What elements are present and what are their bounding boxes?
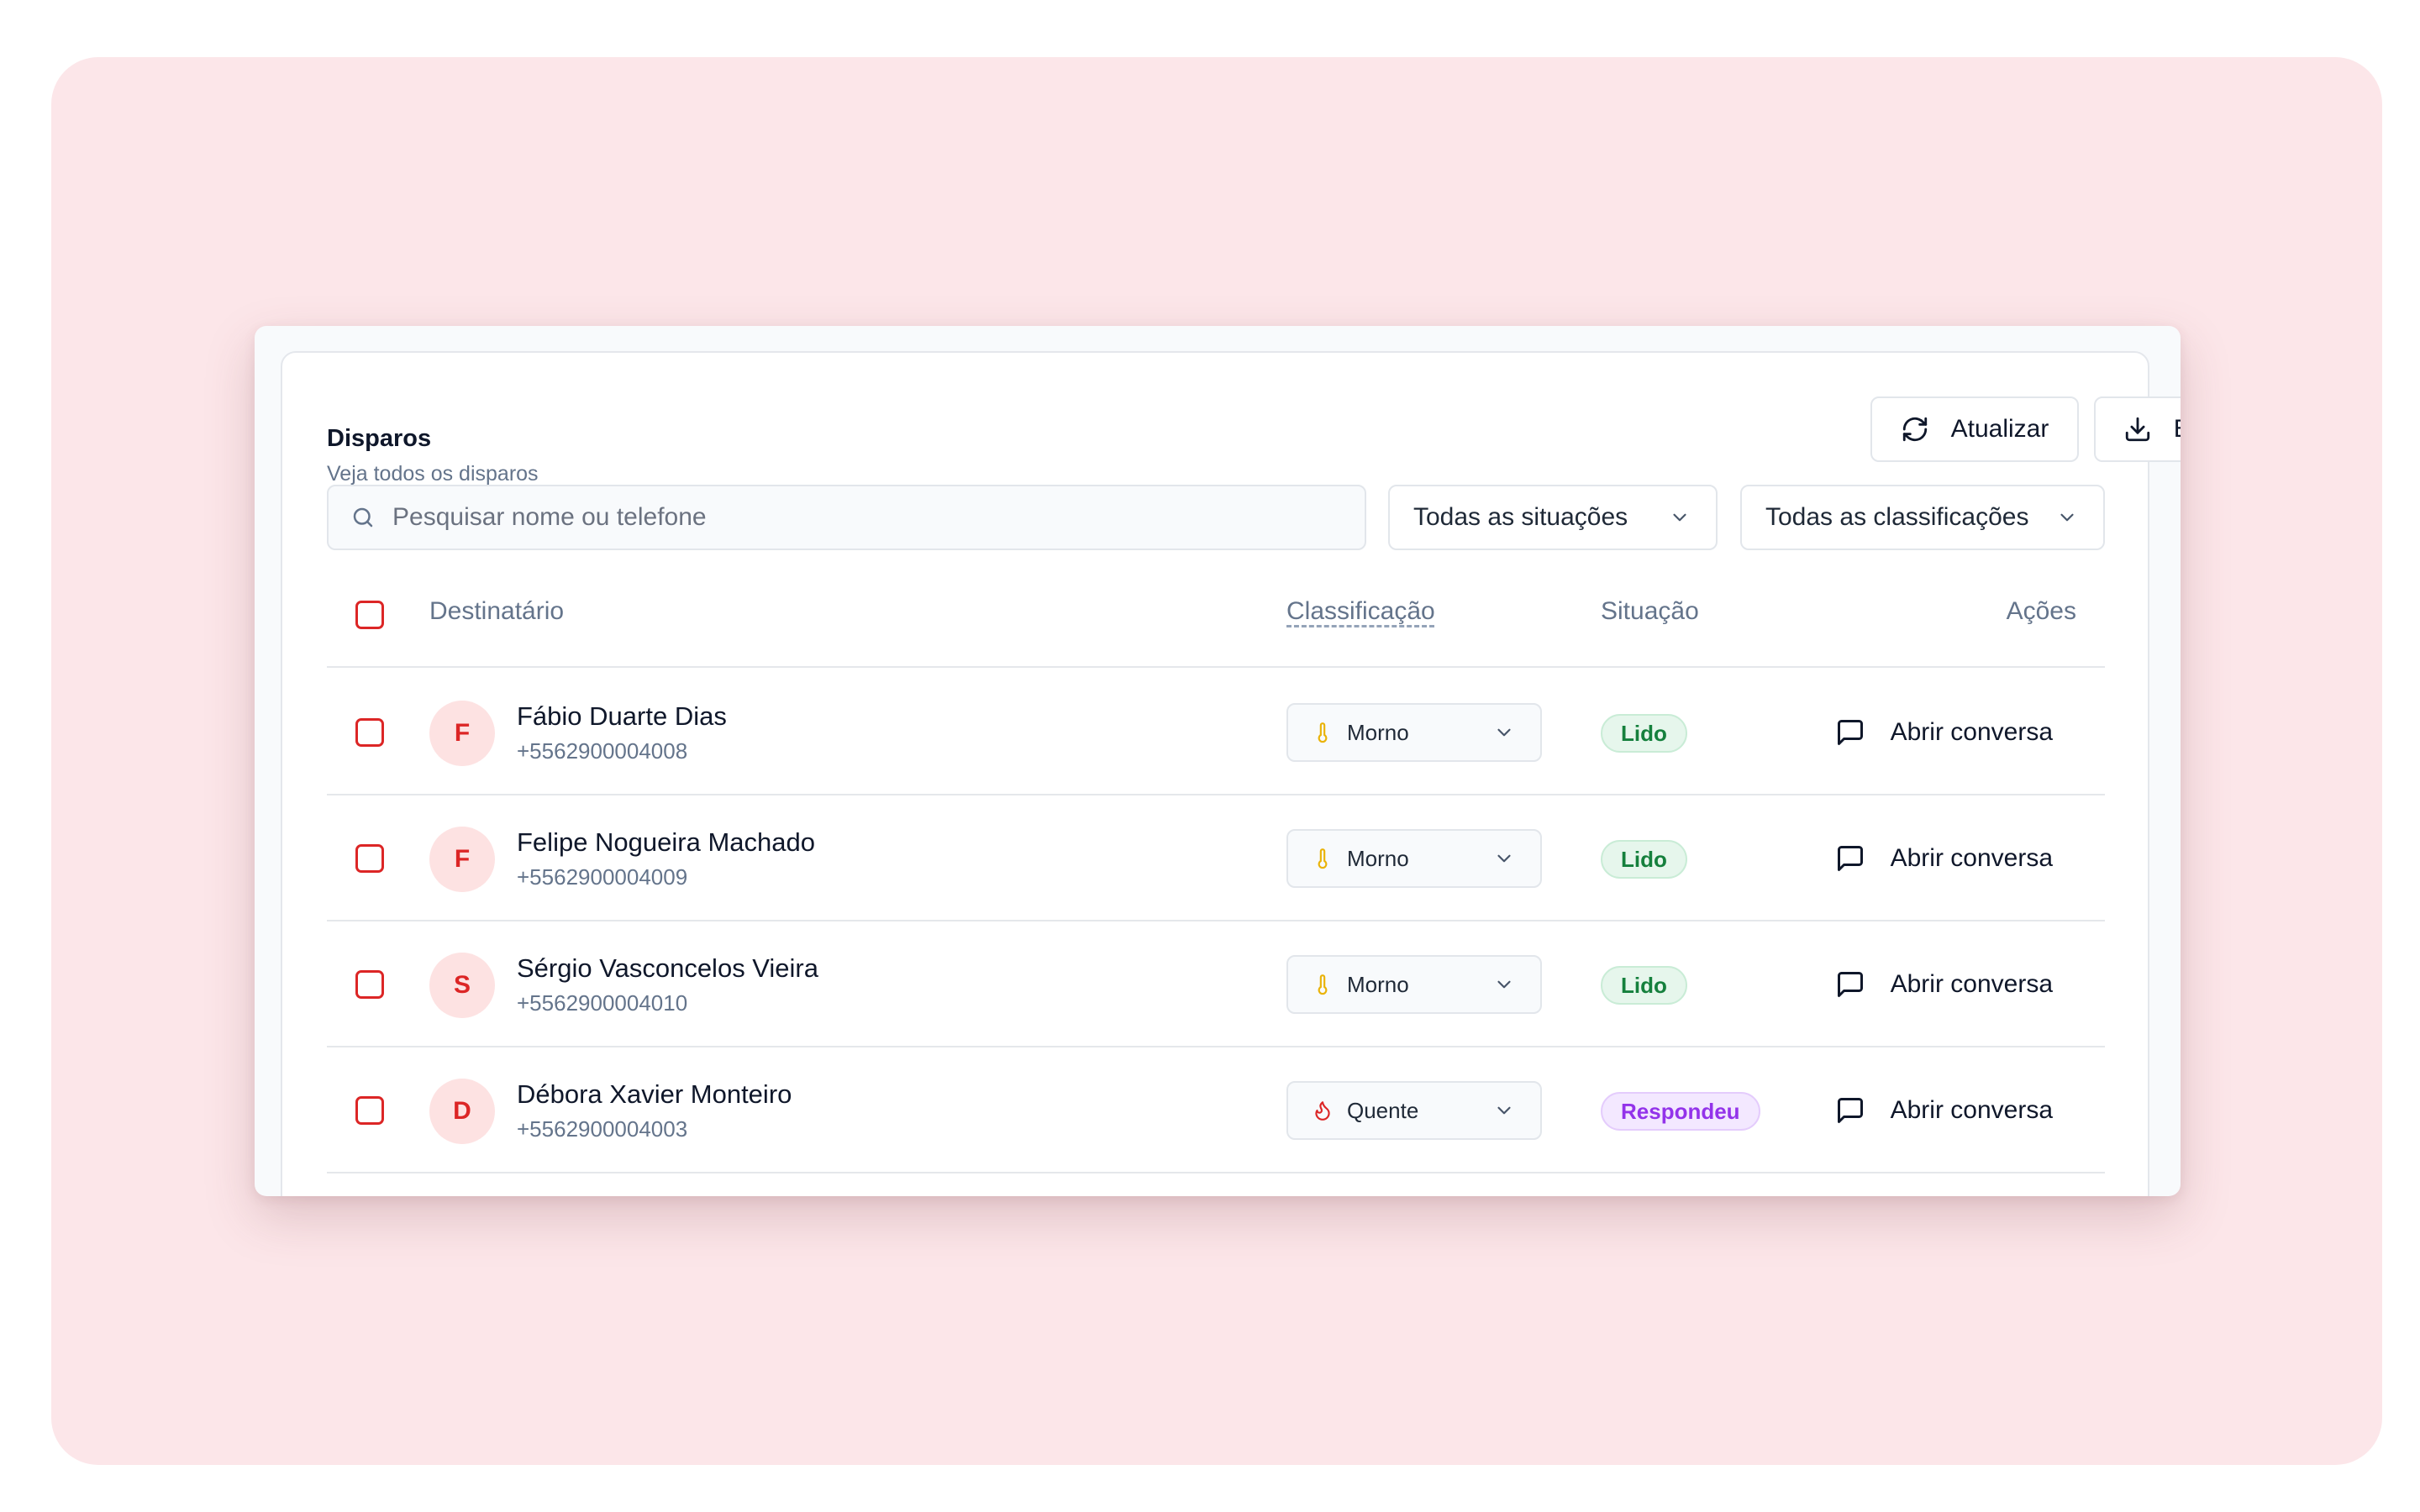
open-conversation-label: Abrir conversa [1890, 1096, 2053, 1124]
recipient-phone: +5562900004008 [517, 738, 688, 764]
classification-value: Morno [1347, 971, 1409, 997]
avatar: F [429, 827, 495, 892]
classification-select[interactable]: Morno [1286, 829, 1542, 888]
export-csv-button-label: Exportar CSV [2174, 415, 2181, 444]
status-filter-value: Todas as situações [1413, 503, 1628, 531]
select-all-checkbox[interactable] [355, 601, 384, 629]
download-icon [2125, 417, 2149, 442]
status-badge: Lido [1601, 714, 1687, 753]
open-conversation-label: Abrir conversa [1890, 970, 2053, 998]
classification-select[interactable]: Morno [1286, 703, 1542, 762]
refresh-button-label: Atualizar [1950, 415, 2049, 443]
chevron-down-icon [1497, 980, 1511, 989]
classification-value: Quente [1347, 1097, 1419, 1123]
search-field[interactable] [327, 485, 1366, 550]
classification-select[interactable]: Morno [1286, 955, 1542, 1014]
classification-filter-select[interactable]: Todas as classificações [1740, 485, 2105, 550]
status-filter-select[interactable]: Todas as situações [1388, 485, 1718, 550]
chevron-down-icon [1497, 854, 1511, 863]
row-checkbox[interactable] [355, 718, 384, 747]
recipient-phone: +5562900004010 [517, 990, 688, 1016]
classification-value: Morno [1347, 845, 1409, 871]
chevron-down-icon [2060, 513, 2074, 522]
thermometer-icon [1318, 848, 1328, 869]
column-header-actions: Ações [2006, 597, 2076, 625]
avatar: F [429, 701, 495, 766]
table-row: F Felipe Nogueira Machado +5562900004009… [327, 795, 2105, 921]
avatar: S [429, 953, 495, 1018]
open-conversation-button[interactable]: Abrir conversa [1835, 955, 2053, 1014]
page-title: Disparos [327, 425, 432, 452]
open-conversation-button[interactable]: Abrir conversa [1835, 1081, 2053, 1140]
status-badge: Respondeu [1601, 1092, 1760, 1131]
table-row: S Sérgio Vasconcelos Vieira +55629000040… [327, 921, 2105, 1047]
message-square-icon [1837, 1098, 1863, 1123]
table-header: Destinatário Classificação Situação Açõe… [327, 592, 2105, 668]
app-window: Disparos Veja todos os disparos Atualiza… [255, 326, 2181, 1196]
search-icon [353, 507, 373, 528]
recipient-phone: +5562900004009 [517, 864, 688, 890]
row-checkbox[interactable] [355, 970, 384, 999]
thermometer-icon [1318, 722, 1328, 743]
table-row: F Fábio Duarte Dias +5562900004008 Morno… [327, 669, 2105, 795]
row-checkbox[interactable] [355, 1096, 384, 1125]
recipient-phone: +5562900004003 [517, 1116, 688, 1142]
open-conversation-button[interactable]: Abrir conversa [1835, 703, 2053, 762]
table-row: D Débora Xavier Monteiro +5562900004003 … [327, 1047, 2105, 1173]
message-square-icon [1837, 846, 1863, 871]
column-header-status: Situação [1601, 597, 1699, 625]
chevron-down-icon [1497, 728, 1511, 737]
classification-select[interactable]: Quente [1286, 1081, 1542, 1140]
open-conversation-label: Abrir conversa [1890, 718, 2053, 746]
recipient-name: Sérgio Vasconcelos Vieira [517, 953, 818, 983]
status-badge: Lido [1601, 966, 1687, 1005]
export-csv-button[interactable]: Exportar CSV [2094, 396, 2181, 462]
recipient-name: Felipe Nogueira Machado [517, 827, 815, 857]
classification-value: Morno [1347, 719, 1409, 745]
recipient-name: Fábio Duarte Dias [517, 701, 727, 731]
open-conversation-label: Abrir conversa [1890, 844, 2053, 872]
page-subtitle: Veja todos os disparos [327, 462, 539, 486]
row-checkbox[interactable] [355, 844, 384, 873]
message-square-icon [1837, 720, 1863, 745]
thermometer-icon [1318, 974, 1328, 995]
message-square-icon [1837, 972, 1863, 997]
refresh-icon [1902, 417, 1927, 442]
open-conversation-button[interactable]: Abrir conversa [1835, 829, 2053, 888]
column-header-classification[interactable]: Classificação [1286, 597, 1435, 626]
dispatches-card: Disparos Veja todos os disparos Atualiza… [281, 351, 2181, 1196]
recipient-name: Débora Xavier Monteiro [517, 1079, 792, 1109]
chevron-down-icon [1497, 1106, 1511, 1115]
classification-filter-value: Todas as classificações [1765, 503, 2029, 531]
status-badge: Lido [1601, 840, 1687, 879]
search-input[interactable] [392, 503, 1317, 532]
refresh-button[interactable]: Atualizar [1870, 396, 2079, 462]
column-header-recipient: Destinatário [429, 597, 565, 625]
flame-icon [1315, 1101, 1330, 1121]
avatar: D [429, 1079, 495, 1144]
chevron-down-icon [1673, 513, 1686, 522]
